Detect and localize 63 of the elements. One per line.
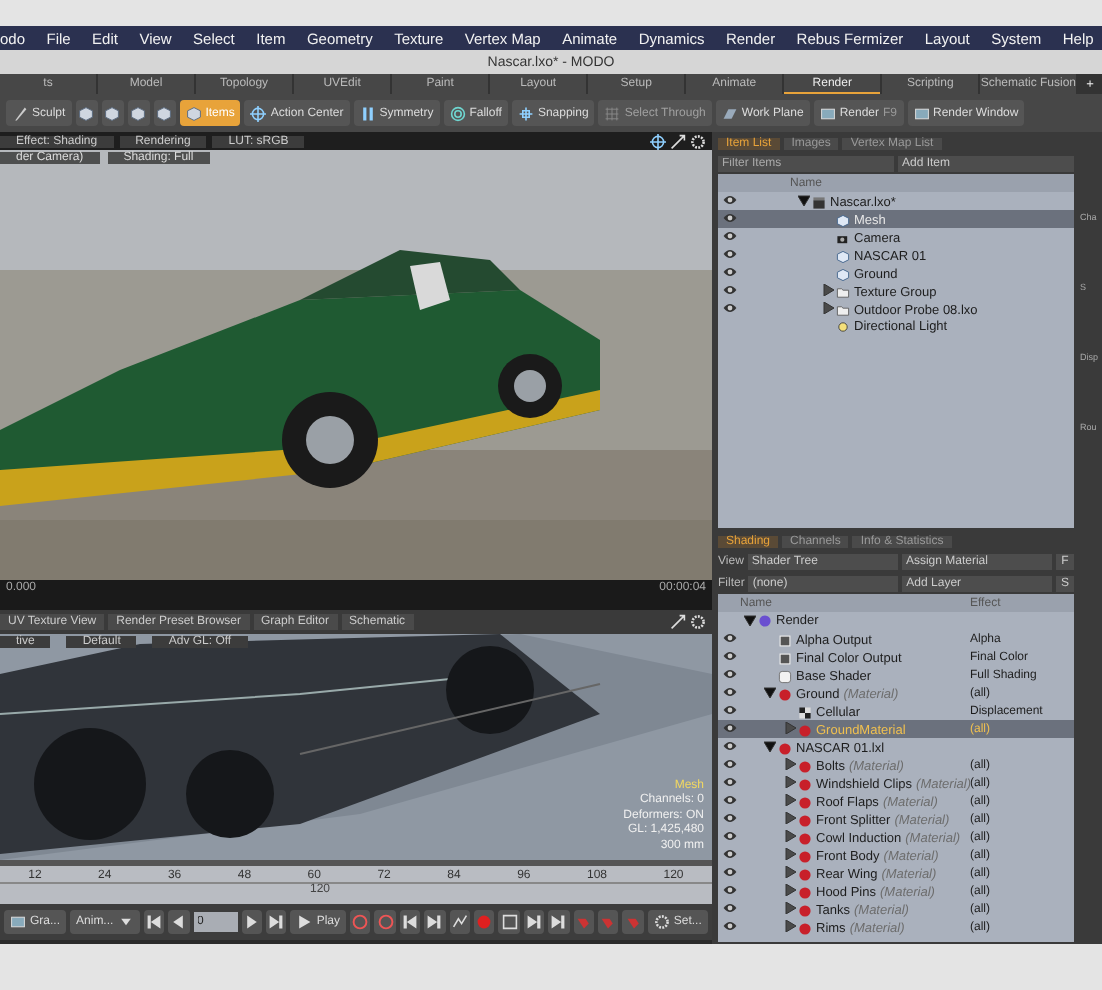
expand-toggle-icon[interactable] [784, 866, 796, 878]
expand-toggle-icon[interactable] [784, 722, 796, 734]
clapper-icon [812, 195, 826, 209]
skip-back-icon [402, 914, 418, 930]
expand-toggle-icon[interactable] [784, 830, 796, 842]
play-icon [296, 914, 313, 930]
expand-toggle-icon[interactable] [784, 812, 796, 824]
selection-mode-button[interactable] [127, 100, 150, 126]
expand-icon [670, 614, 686, 630]
transport-button[interactable] [143, 910, 165, 934]
plane-icon [721, 105, 738, 121]
expand-toggle-icon[interactable] [822, 302, 834, 314]
expand-toggle-icon[interactable] [784, 884, 796, 896]
graph-icon [451, 914, 468, 930]
gear-icon [690, 133, 706, 149]
shader-icon [778, 669, 792, 683]
skip-forward-icon [550, 914, 567, 930]
picture-icon [10, 914, 26, 930]
cube-icon [836, 213, 850, 227]
sphere-icon [758, 614, 772, 628]
window-icon [913, 105, 930, 121]
crosshair-icon [650, 133, 666, 149]
crosshair-icon [250, 105, 267, 121]
expand-toggle-icon[interactable] [764, 686, 776, 698]
record-icon [476, 914, 493, 930]
expand-toggle-icon[interactable] [784, 758, 796, 770]
expand-icon [670, 133, 686, 149]
step-forward-icon [243, 914, 260, 930]
expand-toggle-icon[interactable] [784, 848, 796, 860]
material-ball-icon [778, 687, 792, 701]
mirror-icon [359, 105, 376, 121]
gear-icon [690, 614, 706, 630]
skip-forward-icon [268, 914, 285, 930]
transport-button[interactable] [241, 910, 262, 934]
falloff-icon [449, 105, 466, 121]
transport-button[interactable] [168, 910, 189, 934]
expand-toggle-icon[interactable] [784, 920, 796, 932]
gear-icon [653, 914, 670, 930]
expand-toggle-icon[interactable] [822, 284, 834, 296]
selection-mode-button[interactable] [153, 100, 176, 126]
transport-button[interactable] [399, 910, 421, 934]
caret-icon [117, 914, 134, 930]
camera-icon [836, 231, 850, 245]
transport-button[interactable] [498, 910, 520, 934]
snap-icon [517, 105, 534, 121]
skip-forward-icon [526, 914, 543, 930]
selection-mode-button[interactable] [75, 100, 98, 126]
grid-icon [604, 105, 621, 121]
transport-button[interactable] [449, 910, 471, 934]
transport-button[interactable] [523, 910, 545, 934]
expand-toggle-icon[interactable] [784, 776, 796, 788]
transport-button[interactable] [424, 910, 446, 934]
transport-button[interactable] [265, 910, 287, 934]
step-back-icon [170, 914, 187, 930]
expand-toggle-icon[interactable] [784, 794, 796, 806]
expand-toggle-icon[interactable] [784, 902, 796, 914]
skip-back-icon [145, 914, 162, 930]
light-icon [836, 320, 850, 334]
texture-icon [798, 705, 812, 719]
transport-button[interactable] [548, 910, 570, 934]
brush-icon [12, 105, 28, 121]
selection-mode-button[interactable] [101, 100, 124, 126]
skip-forward-icon [426, 914, 443, 930]
